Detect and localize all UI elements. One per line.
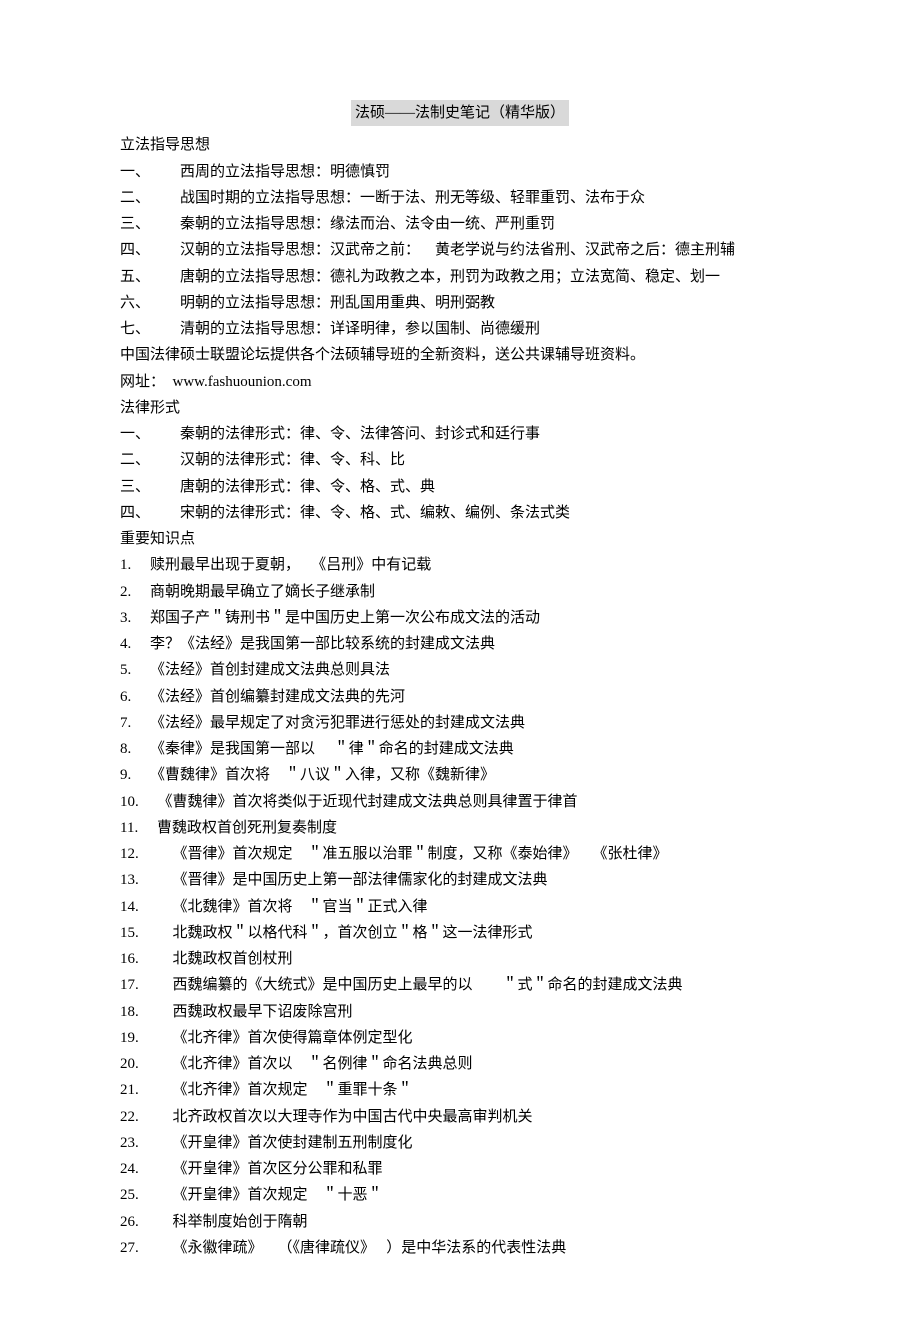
list-item: 25. 《开皇律》首次规定 ＂十恶＂: [120, 1182, 800, 1208]
list-item: 一、 西周的立法指导思想：明德慎罚: [120, 159, 800, 185]
list-item: 4. 李？《法经》是我国第一部比较系统的封建成文法典: [120, 631, 800, 657]
list-item: 11. 曹魏政权首创死刑复奏制度: [120, 815, 800, 841]
list-item: 24. 《开皇律》首次区分公罪和私罪: [120, 1156, 800, 1182]
section-legal-forms: 法律形式 一、 秦朝的法律形式：律、令、法律答问、封诊式和廷行事 二、 汉朝的法…: [120, 395, 800, 526]
list-item: 三、 秦朝的立法指导思想：缘法而治、法令由一统、严刑重罚: [120, 211, 800, 237]
list-item: 1. 赎刑最早出现于夏朝， 《吕刑》中有记载: [120, 552, 800, 578]
list-item: 四、 宋朝的法律形式：律、令、格、式、编敕、编例、条法式类: [120, 500, 800, 526]
list-item: 5. 《法经》首创封建成文法典总则具法: [120, 657, 800, 683]
list-item: 23. 《开皇律》首次使封建制五刑制度化: [120, 1130, 800, 1156]
list-item: 16. 北魏政权首创杖刑: [120, 946, 800, 972]
list-item: 7. 《法经》最早规定了对贪污犯罪进行惩处的封建成文法典: [120, 710, 800, 736]
list-item: 七、 清朝的立法指导思想：详译明律，参以国制、尚德缓刑: [120, 316, 800, 342]
list-item: 17. 西魏编纂的《大统式》是中国历史上最早的以 ＂式＂命名的封建成文法典: [120, 972, 800, 998]
list-item: 六、 明朝的立法指导思想：刑乱国用重典、明刑弼教: [120, 290, 800, 316]
list-item: 13. 《晋律》是中国历史上第一部法律儒家化的封建成文法典: [120, 867, 800, 893]
list-item: 9. 《曹魏律》首次将 ＂八议＂入律，又称《魏新律》: [120, 762, 800, 788]
list-item: 3. 郑国子产＂铸刑书＂是中国历史上第一次公布成文法的活动: [120, 605, 800, 631]
list-item: 14. 《北魏律》首次将 ＂官当＂正式入律: [120, 894, 800, 920]
list-item: 12. 《晋律》首次规定 ＂准五服以治罪＂制度，又称《泰始律》 《张杜律》: [120, 841, 800, 867]
list-item: 21. 《北齐律》首次规定 ＂重罪十条＂: [120, 1077, 800, 1103]
list-item: 19. 《北齐律》首次使得篇章体例定型化: [120, 1025, 800, 1051]
promo-text: 中国法律硕士联盟论坛提供各个法硕辅导班的全新资料，送公共课辅导班资料。 网址： …: [120, 342, 800, 395]
document-title: 法硕——法制史笔记（精华版）: [351, 100, 569, 126]
promo-line: 中国法律硕士联盟论坛提供各个法硕辅导班的全新资料，送公共课辅导班资料。: [120, 342, 800, 368]
section-legislative-thought: 立法指导思想 一、 西周的立法指导思想：明德慎罚 二、 战国时期的立法指导思想：…: [120, 132, 800, 342]
list-item: 20. 《北齐律》首次以 ＂名例律＂命名法典总则: [120, 1051, 800, 1077]
list-item: 2. 商朝晚期最早确立了嫡长子继承制: [120, 579, 800, 605]
list-item: 一、 秦朝的法律形式：律、令、法律答问、封诊式和廷行事: [120, 421, 800, 447]
promo-url: 网址： www.fashuounion.com: [120, 369, 800, 395]
list-item: 10. 《曹魏律》首次将类似于近现代封建成文法典总则具律置于律首: [120, 789, 800, 815]
section-heading: 立法指导思想: [120, 132, 800, 158]
list-item: 二、 汉朝的法律形式：律、令、科、比: [120, 447, 800, 473]
list-item: 二、 战国时期的立法指导思想：一断于法、刑无等级、轻罪重罚、法布于众: [120, 185, 800, 211]
list-item: 18. 西魏政权最早下诏废除宫刑: [120, 999, 800, 1025]
list-item: 26. 科举制度始创于隋朝: [120, 1209, 800, 1235]
section-heading: 法律形式: [120, 395, 800, 421]
section-key-points: 重要知识点 1. 赎刑最早出现于夏朝， 《吕刑》中有记载 2. 商朝晚期最早确立…: [120, 526, 800, 1261]
list-item: 22. 北齐政权首次以大理寺作为中国古代中央最高审判机关: [120, 1104, 800, 1130]
section-heading: 重要知识点: [120, 526, 800, 552]
list-item: 6. 《法经》首创编纂封建成文法典的先河: [120, 684, 800, 710]
list-item: 8. 《秦律》是我国第一部以 ＂律＂命名的封建成文法典: [120, 736, 800, 762]
list-item: 27. 《永徽律疏》 （《唐律疏仪》 ）是中华法系的代表性法典: [120, 1235, 800, 1261]
list-item: 四、 汉朝的立法指导思想：汉武帝之前： 黄老学说与约法省刑、汉武帝之后：德主刑辅: [120, 237, 800, 263]
list-item: 五、 唐朝的立法指导思想：德礼为政教之本，刑罚为政教之用；立法宽简、稳定、划一: [120, 264, 800, 290]
list-item: 15. 北魏政权＂以格代科＂，首次创立＂格＂这一法律形式: [120, 920, 800, 946]
list-item: 三、 唐朝的法律形式：律、令、格、式、典: [120, 474, 800, 500]
